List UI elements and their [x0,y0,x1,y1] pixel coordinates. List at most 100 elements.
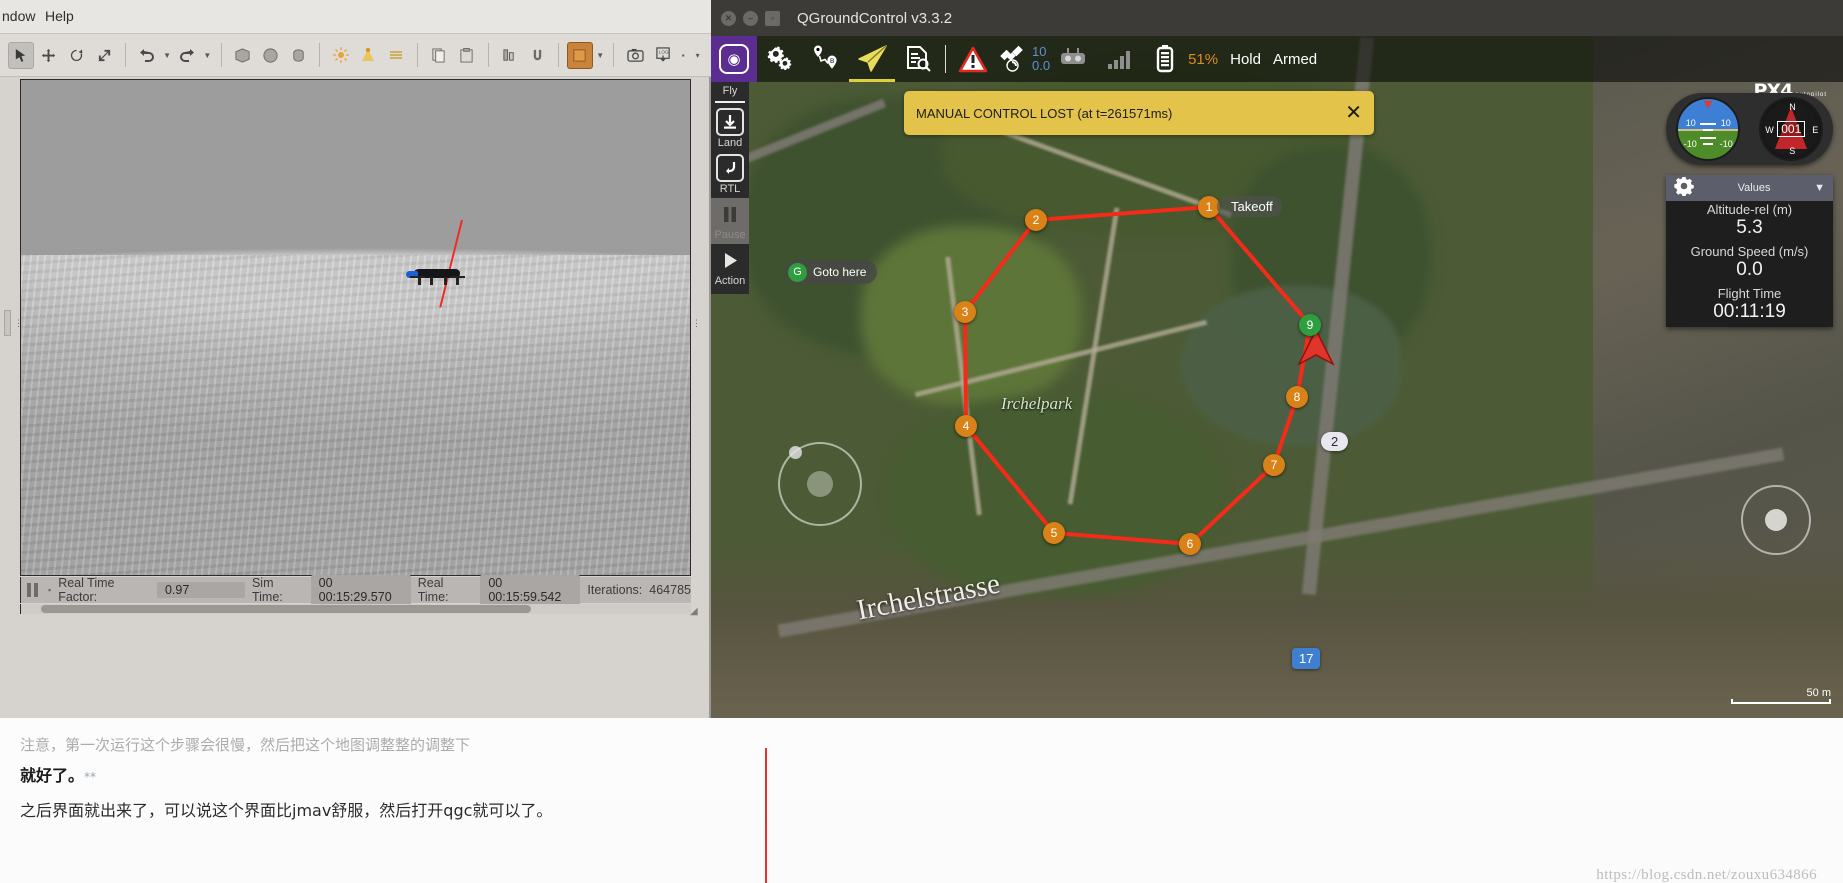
qgc-logo-icon[interactable]: ◉ [711,36,757,82]
paste-icon[interactable] [454,42,480,69]
waypoint-marker[interactable]: 3 [954,301,976,323]
map-zoom-joystick[interactable] [1741,485,1811,555]
values-widget: Values ▼ Altitude-rel (m) 5.3 Ground Spe… [1666,175,1833,327]
gazebo-ground-plane [21,255,690,575]
analyze-document-icon[interactable] [895,36,941,82]
spot-light-icon[interactable] [356,42,382,69]
redo-caret-icon[interactable]: ▼ [202,51,213,60]
rtf-value: 0.97 [156,582,245,598]
satellite-icon[interactable] [996,36,1030,82]
sphere-icon[interactable] [257,42,283,69]
land-arrow-down-icon [716,108,744,136]
translate-icon[interactable] [36,42,62,69]
value-row: Ground Speed (m/s) 0.0 [1666,243,1833,285]
directional-light-icon[interactable] [383,42,409,69]
iterations-label: Iterations: [587,583,643,597]
vehicle-icon[interactable] [1293,328,1339,375]
map-transit-marker[interactable]: 17 [1292,648,1321,669]
copy-icon[interactable] [426,42,452,69]
values-header[interactable]: Values ▼ [1666,175,1833,201]
pause-icon[interactable] [27,583,38,597]
adi-pitch-bar [1699,123,1716,125]
drone-leg [456,277,459,285]
waypoint-marker[interactable]: 7 [1263,454,1285,476]
overflow-caret-icon[interactable]: ▪ [678,51,689,60]
fly-paperplane-icon[interactable] [849,36,895,82]
armed-state-label[interactable]: Armed [1273,51,1317,68]
flybar-item-rtl[interactable]: RTL [711,152,749,198]
waypoint-marker-current[interactable]: 9 [1299,314,1321,336]
gear-icon[interactable] [1674,176,1694,201]
attitude-indicator[interactable]: 10 10 -10 -10 [1675,97,1740,161]
values-title: Values [1737,182,1771,194]
real-time-value: 00 00:15:59.542 [480,575,581,605]
gazebo-horizontal-scrollbar[interactable] [20,604,691,614]
waypoint-marker[interactable]: 4 [955,415,977,437]
signal-bars-icon[interactable] [1096,36,1142,82]
adi-tick-label: 10 [1720,118,1731,128]
gazebo-3d-viewport[interactable] [20,79,691,576]
adi-tick-label: -10 [1683,139,1697,149]
map-control-dot[interactable] [789,446,802,459]
log-icon[interactable]: LOG [650,42,676,69]
screenshot-icon[interactable] [622,42,648,69]
warning-triangle-icon[interactable] [950,36,996,82]
rc-controller-icon[interactable] [1050,36,1096,82]
chevron-down-icon[interactable]: ▼ [1814,182,1825,194]
step-icon[interactable]: ▪ [48,585,51,595]
undo-icon[interactable] [134,42,160,69]
gazebo-window: ndow Help ▼ ▼ ▼ LOG ▪ ▾ ⋮ ⋮ ▪ Real Time … [0,0,711,718]
close-icon[interactable]: ✕ [1345,103,1362,123]
waypoint-marker[interactable]: 2 [1025,209,1047,231]
flybar-item-pause[interactable]: Pause [711,198,749,244]
toolbar-separator [558,43,560,67]
gazebo-menu-help[interactable]: Help [45,8,74,24]
point-light-icon[interactable] [328,42,354,69]
undo-caret-icon[interactable]: ▼ [162,51,173,60]
flight-mode-label[interactable]: Hold [1230,51,1261,68]
flybar-title: Fly [722,85,738,97]
map-scale-bar: 50 m [1731,687,1831,704]
scale-icon[interactable] [91,42,117,69]
toolbar-overflow-icon[interactable]: ▾ [692,51,703,60]
adi-tick-label: -10 [1719,139,1733,149]
view-angle-icon[interactable] [567,41,593,69]
qgc-window-title: QGroundControl v3.3.2 [797,9,953,27]
cylinder-icon[interactable] [285,42,311,69]
flybar-item-land[interactable]: Land [711,106,749,152]
gazebo-menu-bar: ndow Help [0,0,711,34]
waypoint-marker[interactable]: 6 [1179,533,1201,555]
maximize-icon[interactable]: ▫ [765,10,780,26]
compass-indicator[interactable]: 001 N E S W [1759,97,1824,161]
gazebo-menu-window[interactable]: ndow [2,8,35,24]
flybar-header: Fly [711,82,749,106]
battery-percentage: 51% [1188,50,1219,68]
redo-icon[interactable] [174,42,200,69]
scrollbar-thumb[interactable] [41,605,531,613]
resize-grip-icon[interactable]: ◢ [690,606,698,617]
value-name: Ground Speed (m/s) [1690,244,1809,259]
minimize-icon[interactable]: – [743,10,758,26]
real-time-label: Real Time: [417,576,449,604]
plan-waypoints-icon[interactable]: B [803,36,849,82]
goto-here-button[interactable]: G Goto here [785,260,878,284]
instrument-panel[interactable]: 10 10 -10 -10 001 N E S W [1666,93,1833,165]
waypoint-marker[interactable]: 5 [1043,522,1065,544]
select-arrow-icon[interactable] [8,41,34,69]
view-angle-caret-icon[interactable]: ▼ [595,51,606,60]
left-panel-grip[interactable] [4,310,11,336]
settings-gear-icon[interactable] [757,36,803,82]
value-row: Flight Time 00:11:19 [1666,285,1833,327]
blog-watermark: https://blog.csdn.net/zouxu634866 [1596,867,1817,883]
align-icon[interactable] [497,42,523,69]
flybar-item-action[interactable]: Action [711,244,749,290]
value-row: Altitude-rel (m) 5.3 [1666,201,1833,243]
snap-icon[interactable] [524,42,550,69]
close-icon[interactable]: ✕ [721,10,736,26]
waypoint-marker[interactable]: 8 [1286,386,1308,408]
box-icon[interactable] [230,42,256,69]
rotate-icon[interactable] [64,42,90,69]
quadcopter-model[interactable] [406,265,468,287]
battery-icon[interactable] [1142,36,1188,82]
map-poi-marker[interactable]: 2 [1321,432,1349,451]
